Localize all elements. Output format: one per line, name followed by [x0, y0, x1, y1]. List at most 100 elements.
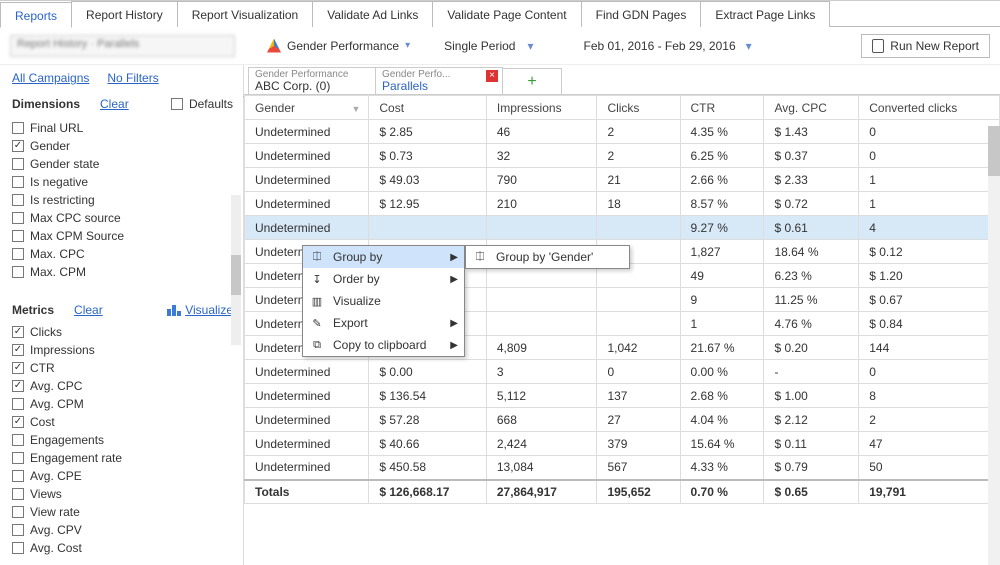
check-label: Max CPC source [30, 211, 121, 225]
scrollbar-thumb[interactable] [231, 255, 241, 295]
table-cell: 4 [859, 216, 1000, 240]
check-views[interactable]: Views [12, 485, 233, 503]
col-avg-cpc[interactable]: Avg. CPC [764, 96, 859, 120]
table-row[interactable]: Undetermined$ 57.28668274.04 %$ 2.122 [245, 408, 1000, 432]
table-row[interactable]: Undetermined$ 0.00300.00 %-0 [245, 360, 1000, 384]
col-impressions[interactable]: Impressions [486, 96, 597, 120]
check-gender-state[interactable]: Gender state [12, 155, 233, 173]
check-avg-cpe[interactable]: Avg. CPE [12, 467, 233, 485]
table-row[interactable]: Undetermined$ 0.733226.25 %$ 0.370 [245, 144, 1000, 168]
table-row[interactable]: Undetermined$ 49.03790212.66 %$ 2.331 [245, 168, 1000, 192]
check-max-cpm[interactable]: Max. CPM [12, 263, 233, 281]
table-scrollbar[interactable] [988, 126, 1000, 565]
table-wrap: Gender▼CostImpressionsClicksCTRAvg. CPCC… [244, 95, 1000, 565]
check-ctr[interactable]: CTR [12, 359, 233, 377]
check-label: Is restricting [30, 193, 95, 207]
tab-validate-ad-links[interactable]: Validate Ad Links [312, 1, 433, 27]
check-avg-cpm[interactable]: Avg. CPM [12, 395, 233, 413]
sidebar-scrollbar[interactable] [231, 195, 241, 345]
link-clear-metrics[interactable]: Clear [74, 303, 103, 317]
check-is-restricting[interactable]: Is restricting [12, 191, 233, 209]
link-all-campaigns[interactable]: All Campaigns [12, 71, 89, 85]
context-item-group-by[interactable]: ⎅Group by▶ [303, 246, 464, 268]
context-item-order-by[interactable]: ↧Order by▶ [303, 268, 464, 290]
chevron-right-icon: ▶ [450, 340, 458, 351]
dropdown-period[interactable]: Single Period ▾ [444, 39, 533, 53]
tab-report-visualization[interactable]: Report Visualization [177, 1, 314, 27]
check-cost[interactable]: Cost [12, 413, 233, 431]
col-ctr[interactable]: CTR [680, 96, 764, 120]
table-row[interactable]: Undetermined$ 136.545,1121372.68 %$ 1.00… [245, 384, 1000, 408]
tab-report-history[interactable]: Report History [71, 1, 178, 27]
table-cell: $ 0.20 [764, 336, 859, 360]
table-cell: $ 57.28 [369, 408, 487, 432]
check-label: Max. CPM [30, 265, 86, 279]
checkbox-icon [12, 248, 24, 260]
table-row[interactable]: Undetermined$ 12.95210188.57 %$ 0.721 [245, 192, 1000, 216]
check-avg-cost[interactable]: Avg. Cost [12, 539, 233, 557]
table-row[interactable]: Undetermined$ 450.5813,0845674.33 %$ 0.7… [245, 456, 1000, 480]
totals-cell: 195,652 [597, 480, 680, 504]
doc-tab-add[interactable]: + [502, 68, 562, 94]
table-cell: $ 136.54 [369, 384, 487, 408]
check-impressions[interactable]: Impressions [12, 341, 233, 359]
breadcrumb-box[interactable]: Report History · Parallels [10, 35, 235, 57]
daterange-picker[interactable]: Feb 01, 2016 - Feb 29, 2016 ▾ [584, 39, 752, 53]
col-gender[interactable]: Gender▼ [245, 96, 369, 120]
checkbox-icon [12, 362, 24, 374]
tab-reports[interactable]: Reports [0, 2, 72, 28]
check-label: Gender state [30, 157, 99, 171]
doc-tab-abc-corp-0-[interactable]: Gender PerformanceABC Corp. (0) [248, 67, 376, 94]
context-item-visualize[interactable]: ▥Visualize [303, 290, 464, 312]
tab-extract-page-links[interactable]: Extract Page Links [700, 1, 830, 27]
table-cell: 13,084 [486, 456, 597, 480]
table-cell [486, 216, 597, 240]
totals-cell: $ 0.65 [764, 480, 859, 504]
scrollbar-thumb[interactable] [988, 126, 1000, 176]
check-avg-cpv[interactable]: Avg. CPV [12, 521, 233, 539]
doc-tab-parallels[interactable]: Gender Perfo...Parallels× [375, 67, 503, 94]
close-icon[interactable]: × [486, 70, 498, 82]
check-final-url[interactable]: Final URL [12, 119, 233, 137]
check-engagement-rate[interactable]: Engagement rate [12, 449, 233, 467]
table-cell: 46 [486, 120, 597, 144]
check-view-rate[interactable]: View rate [12, 503, 233, 521]
table-cell: 0 [859, 360, 1000, 384]
dropdown-report-type[interactable]: Gender Performance ▾ [267, 39, 410, 53]
defaults-label: Defaults [189, 97, 233, 111]
context-item-export[interactable]: ✎Export▶ [303, 312, 464, 334]
table-cell: 27 [597, 408, 680, 432]
col-converted-clicks[interactable]: Converted clicks [859, 96, 1000, 120]
link-visualize[interactable]: Visualize [185, 303, 233, 317]
check-label: Gender [30, 139, 70, 153]
table-row[interactable]: Undetermined$ 40.662,42437915.64 %$ 0.11… [245, 432, 1000, 456]
table-cell: 1,042 [597, 336, 680, 360]
table-cell: 50 [859, 456, 1000, 480]
link-clear-dimensions[interactable]: Clear [100, 97, 129, 111]
table-row[interactable]: Undetermined9.27 %$ 0.614 [245, 216, 1000, 240]
check-max-cpc-source[interactable]: Max CPC source [12, 209, 233, 227]
table-cell: 47 [859, 432, 1000, 456]
chevron-down-icon: ▾ [527, 39, 533, 53]
table-cell: 668 [486, 408, 597, 432]
col-cost[interactable]: Cost [369, 96, 487, 120]
check-clicks[interactable]: Clicks [12, 323, 233, 341]
col-clicks[interactable]: Clicks [597, 96, 680, 120]
table-cell: 1 [859, 192, 1000, 216]
tab-find-gdn-pages[interactable]: Find GDN Pages [581, 1, 702, 27]
check-is-negative[interactable]: Is negative [12, 173, 233, 191]
check-max-cpc[interactable]: Max. CPC [12, 245, 233, 263]
run-report-button[interactable]: Run New Report [861, 34, 990, 58]
context-item-copy-to-clipboard[interactable]: ⧉Copy to clipboard▶ [303, 334, 464, 356]
table-cell [486, 288, 597, 312]
check-max-cpm-source[interactable]: Max CPM Source [12, 227, 233, 245]
check-gender[interactable]: Gender [12, 137, 233, 155]
link-no-filters[interactable]: No Filters [107, 71, 158, 85]
check-avg-cpc[interactable]: Avg. CPC [12, 377, 233, 395]
context-submenu-item-group-by-gender[interactable]: ⎅ Group by 'Gender' [466, 246, 629, 268]
check-engagements[interactable]: Engagements [12, 431, 233, 449]
table-row[interactable]: Undetermined$ 2.854624.35 %$ 1.430 [245, 120, 1000, 144]
bar-chart-icon [167, 304, 181, 316]
defaults-checkbox[interactable]: Defaults [171, 95, 233, 113]
tab-validate-page-content[interactable]: Validate Page Content [432, 1, 581, 27]
